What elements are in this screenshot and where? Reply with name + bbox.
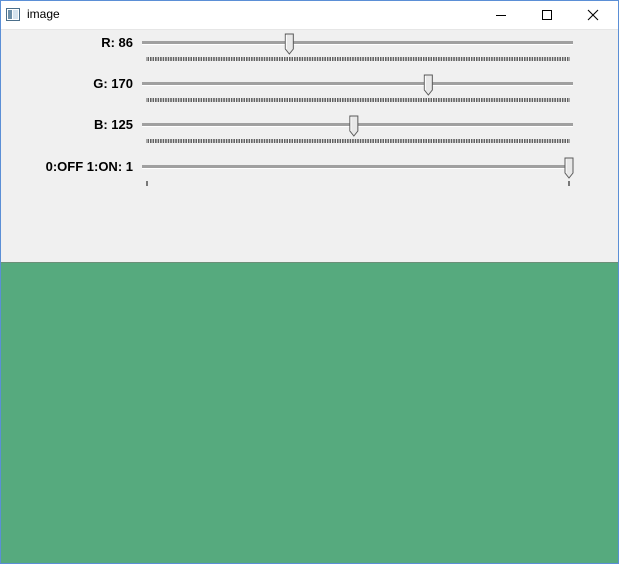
image-display <box>1 262 618 563</box>
slider-thumb <box>564 157 574 179</box>
trackbar-b: B: 125 <box>1 114 618 154</box>
trackbar-switch-slider[interactable] <box>139 156 579 190</box>
maximize-button[interactable] <box>524 1 570 29</box>
close-button[interactable] <box>570 1 616 29</box>
trackbar-r-label: R: 86 <box>101 35 133 50</box>
slider-track <box>142 82 573 85</box>
trackbar-r: R: 86 <box>1 32 618 72</box>
slider-ticks <box>146 57 570 61</box>
slider-ticks <box>146 181 570 186</box>
window-title: image <box>27 7 60 21</box>
title-bar[interactable]: image <box>1 1 618 30</box>
slider-ticks <box>146 139 570 143</box>
maximize-icon <box>542 10 552 20</box>
close-icon <box>587 9 599 21</box>
slider-track <box>142 41 573 44</box>
slider-thumb <box>349 115 359 137</box>
trackbar-b-slider[interactable] <box>139 114 579 148</box>
minimize-icon <box>496 15 506 16</box>
trackbar-r-slider[interactable] <box>139 32 579 66</box>
app-window: image R: 86 G: 170 B: 125 0:OFF 1:ON: 1 <box>0 0 619 564</box>
trackbar-g-slider[interactable] <box>139 73 579 107</box>
app-window-icon <box>6 8 20 21</box>
trackbar-g-label: G: 170 <box>93 76 133 91</box>
slider-track <box>142 165 573 168</box>
trackbar-panel: R: 86 G: 170 B: 125 0:OFF 1:ON: 1 <box>1 30 618 262</box>
slider-ticks <box>146 98 570 102</box>
trackbar-switch: 0:OFF 1:ON: 1 <box>1 156 618 196</box>
minimize-button[interactable] <box>478 1 524 29</box>
trackbar-b-label: B: 125 <box>93 117 133 132</box>
slider-thumb <box>284 33 294 55</box>
slider-thumb <box>423 74 433 96</box>
trackbar-g: G: 170 <box>1 73 618 113</box>
trackbar-switch-label: 0:OFF 1:ON: 1 <box>45 159 133 174</box>
